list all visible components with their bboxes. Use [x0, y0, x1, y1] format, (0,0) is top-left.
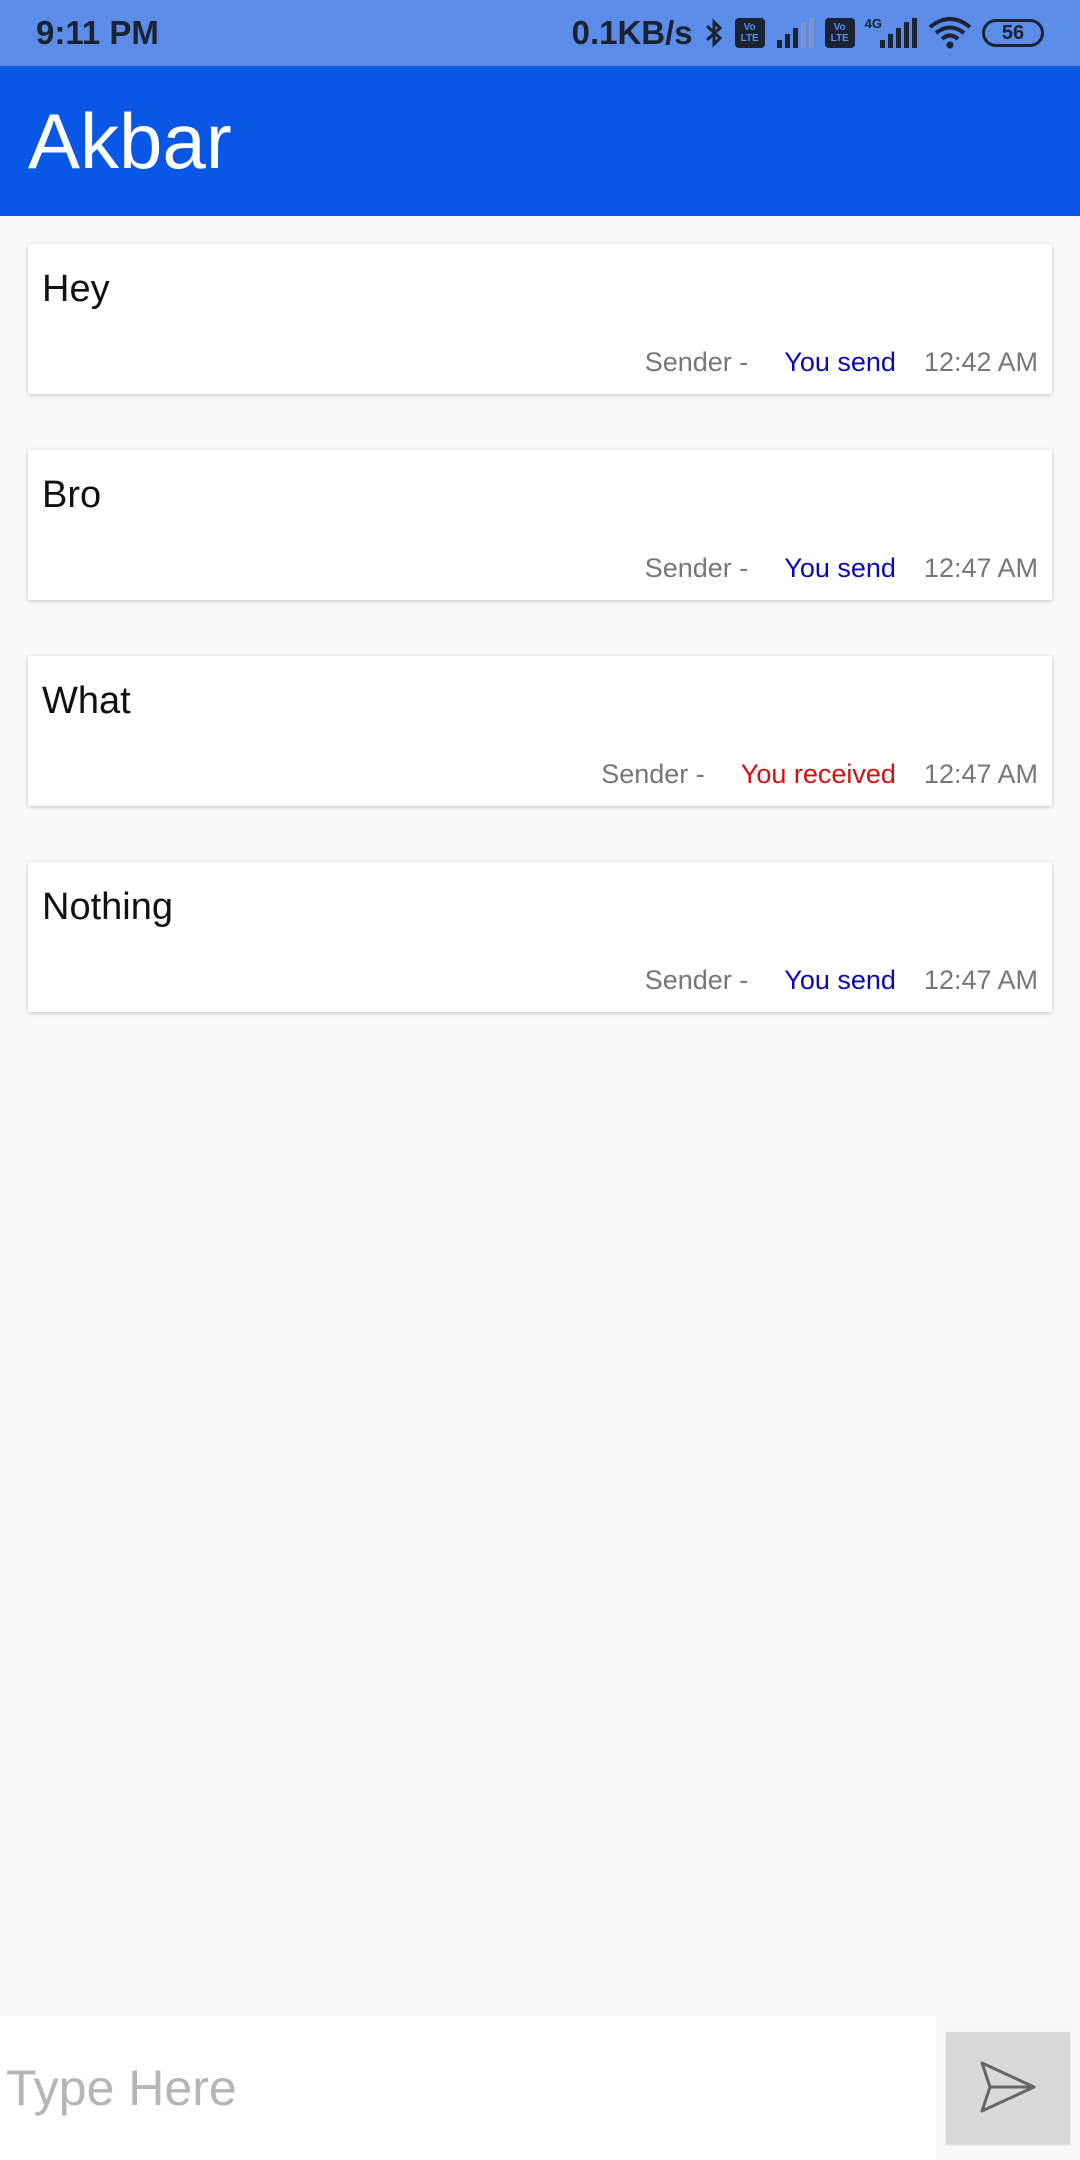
- message-meta: Sender - You send 12:47 AM: [645, 965, 1038, 996]
- wifi-icon: [928, 17, 972, 49]
- net-speed: 0.1KB/s: [571, 14, 693, 51]
- message-time: 12:47 AM: [923, 759, 1038, 789]
- message-meta: Sender - You received 12:47 AM: [601, 759, 1038, 790]
- message-text: Hey: [42, 268, 110, 310]
- direction-label: You received: [740, 759, 896, 789]
- sender-label: Sender -: [644, 347, 749, 377]
- message-input[interactable]: [0, 2016, 936, 2160]
- status-icons: 0.1KB/s Vo LTE Vo LTE 4G 56: [572, 14, 1044, 52]
- message-time: 12:47 AM: [923, 965, 1038, 995]
- message-text: Nothing: [42, 886, 173, 928]
- signal-4g-icon: 4G: [865, 16, 918, 48]
- volte-icon: Vo LTE: [734, 18, 765, 48]
- app-bar: Akbar: [0, 66, 1080, 216]
- volte-icon: Vo LTE: [824, 18, 855, 48]
- direction-label: You send: [784, 965, 896, 995]
- page-title: Akbar: [28, 96, 232, 185]
- battery-icon: 56: [982, 19, 1044, 47]
- sender-label: Sender -: [644, 553, 749, 583]
- bluetooth-icon: [703, 17, 725, 49]
- signal-icon: [775, 18, 815, 48]
- message-meta: Sender - You send 12:47 AM: [645, 553, 1038, 584]
- message-time: 12:47 AM: [923, 553, 1038, 583]
- direction-label: You send: [784, 347, 896, 377]
- sender-label: Sender -: [644, 965, 749, 995]
- message-list[interactable]: Hey Sender - You send 12:42 AM Bro Sende…: [28, 244, 1052, 1068]
- message-card[interactable]: What Sender - You received 12:47 AM: [28, 656, 1052, 806]
- message-text: Bro: [42, 474, 102, 516]
- message-card[interactable]: Nothing Sender - You send 12:47 AM: [28, 862, 1052, 1012]
- status-time: 9:11 PM: [36, 14, 159, 51]
- status-bar: 9:11 PM 0.1KB/s Vo LTE Vo LTE 4G 56: [0, 0, 1080, 66]
- message-time: 12:42 AM: [923, 347, 1038, 377]
- message-card[interactable]: Hey Sender - You send 12:42 AM: [28, 244, 1052, 394]
- send-button[interactable]: [946, 2032, 1070, 2144]
- message-text: What: [42, 680, 131, 722]
- direction-label: You send: [784, 553, 896, 583]
- send-icon: [978, 2059, 1038, 2118]
- sender-label: Sender -: [601, 759, 705, 789]
- message-meta: Sender - You send 12:42 AM: [645, 347, 1038, 378]
- message-card[interactable]: Bro Sender - You send 12:47 AM: [28, 450, 1052, 600]
- composer: [0, 2016, 1080, 2160]
